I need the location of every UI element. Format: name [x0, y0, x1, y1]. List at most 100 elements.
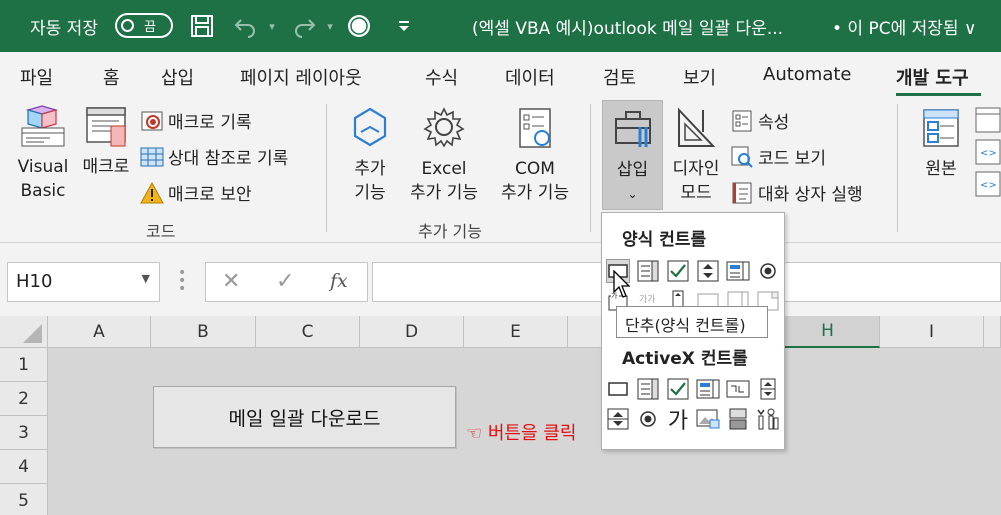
run-dialog-button[interactable]: 대화 상자 실행 [730, 180, 863, 205]
form-option-button-control[interactable] [756, 259, 780, 283]
row-header-4[interactable]: 4 [0, 450, 48, 484]
form-spinner-control[interactable] [696, 259, 720, 283]
svg-text:<>: <> [980, 148, 997, 159]
undo-dropdown-icon[interactable]: ▾ [258, 12, 286, 40]
name-box-dropdown-icon[interactable]: ▼ [142, 272, 150, 285]
svg-text:<>: <> [980, 180, 997, 191]
activex-button-control[interactable] [606, 377, 630, 401]
row-header-2[interactable]: 2 [0, 382, 48, 416]
activex-spinner-control[interactable] [756, 377, 780, 401]
xml-source-label: 원본 [925, 159, 957, 179]
form-combobox-control[interactable] [636, 259, 660, 283]
activex-checkbox-control[interactable] [666, 377, 690, 401]
design-mode-label-2: 모드 [680, 183, 712, 203]
xml-map-icons[interactable]: <> <> [974, 106, 1001, 198]
activex-textbox-control[interactable] [726, 377, 750, 401]
activex-checkbox-icon [667, 378, 689, 400]
activex-image-control[interactable] [696, 407, 720, 431]
row-header-5[interactable]: 5 [0, 484, 48, 515]
xml-source-icon [923, 109, 959, 147]
enter-check-icon[interactable]: ✓ [276, 269, 294, 294]
tab-insert[interactable]: 삽입 [161, 64, 194, 90]
column-header-h[interactable]: H [776, 316, 880, 348]
autosave-toggle[interactable]: 끔 [115, 13, 173, 38]
macro-security-button[interactable]: 매크로 보안 [140, 180, 252, 205]
form-checkbox-control[interactable] [666, 259, 690, 283]
customize-qat-icon[interactable] [390, 12, 418, 40]
document-title: (엑셀 VBA 예시)outlook 메일 일괄 다운... [472, 18, 784, 39]
relative-reference-button[interactable]: 상대 참조로 기록 [140, 144, 288, 169]
activex-toggle-icon [729, 408, 747, 430]
visual-basic-button[interactable]: Visual Basic [14, 104, 72, 203]
tab-review[interactable]: 검토 [603, 64, 636, 90]
redo-icon[interactable] [290, 12, 318, 40]
toggle-knob [121, 19, 134, 32]
checkbox-icon [667, 260, 689, 282]
insert-controls-content: 삽입 ⌄ [603, 107, 662, 206]
record-macro-button[interactable]: 매크로 기록 [140, 108, 252, 133]
ribbon-separator [897, 104, 898, 232]
row-header-1[interactable]: 1 [0, 348, 48, 382]
design-mode-label-1: 디자인 [672, 159, 720, 179]
column-header-d[interactable]: D [360, 316, 464, 348]
excel-addins-button[interactable]: Excel 추가 기능 [403, 106, 485, 205]
column-header-i[interactable]: I [880, 316, 984, 348]
com-addins-label-2: 추가 기능 [501, 183, 569, 203]
save-location[interactable]: • 이 PC에 저장됨 ∨ [832, 0, 976, 52]
record-circle-icon[interactable] [345, 12, 373, 40]
activex-textbox-icon [726, 380, 750, 398]
activex-combobox-control[interactable] [636, 377, 660, 401]
activex-option-button-control[interactable] [636, 407, 660, 431]
run-dialog-icon [730, 181, 754, 205]
tab-developer[interactable]: 개발 도구 [896, 64, 969, 90]
tab-data[interactable]: 데이터 [505, 64, 555, 90]
tab-automate[interactable]: Automate [763, 64, 852, 85]
select-all-corner[interactable] [0, 316, 48, 348]
save-icon[interactable] [188, 12, 216, 40]
download-mail-button[interactable]: 메일 일괄 다운로드 [153, 386, 456, 448]
view-code-label: 코드 보기 [758, 149, 826, 169]
tab-file[interactable]: 파일 [20, 64, 53, 90]
activex-radio-icon [640, 411, 656, 427]
record-macro-icon [140, 109, 164, 133]
column-header-b[interactable]: B [151, 316, 256, 348]
tab-home[interactable]: 홈 [103, 64, 120, 90]
activex-more-controls[interactable] [756, 407, 780, 431]
insert-controls-label: 삽입 [616, 160, 649, 180]
group-code-label: 코드 [146, 222, 176, 241]
insert-controls-button[interactable]: 삽입 ⌄ [602, 100, 663, 210]
relative-reference-label: 상대 참조로 기록 [168, 149, 289, 169]
column-header-a[interactable]: A [48, 316, 151, 348]
macro-security-label: 매크로 보안 [168, 185, 252, 205]
name-box[interactable]: H10 ▼ [7, 262, 160, 302]
activex-scrollbar-icon [607, 408, 629, 430]
column-header-c[interactable]: C [256, 316, 360, 348]
form-listbox-control[interactable] [726, 259, 750, 283]
activex-button-icon [608, 382, 628, 396]
button-control-tooltip: 단추(양식 컨트롤) [616, 306, 768, 338]
redo-dropdown-icon[interactable]: ▾ [316, 12, 344, 40]
activex-scrollbar-control[interactable] [606, 407, 630, 431]
addins-button[interactable]: 추가 기능 [343, 106, 397, 205]
design-mode-button[interactable]: 디자인 모드 [666, 106, 726, 205]
view-code-button[interactable]: 코드 보기 [730, 144, 826, 169]
column-header-e[interactable]: E [464, 316, 568, 348]
undo-icon[interactable] [232, 12, 260, 40]
com-addins-button[interactable]: COM 추가 기능 [494, 106, 576, 205]
click-hint-text: ☜ 버튼을 클릭 [466, 423, 577, 444]
formula-bar-resize-handle[interactable]: • • • [178, 266, 186, 296]
activex-toggle-button-control[interactable] [726, 407, 750, 431]
properties-button[interactable]: 속성 [730, 108, 789, 133]
tab-page-layout[interactable]: 페이지 레이아웃 [240, 64, 362, 90]
activex-listbox-control[interactable] [696, 377, 720, 401]
activex-label-control[interactable]: 가 [664, 405, 692, 434]
tab-view[interactable]: 보기 [683, 64, 716, 90]
tab-formulas[interactable]: 수식 [425, 64, 458, 90]
cancel-icon[interactable]: ✕ [222, 269, 240, 294]
formula-bar-area: H10 ▼ • • • ✕ ✓ fx [0, 243, 1001, 316]
insert-function-icon[interactable]: fx [330, 270, 348, 292]
xml-source-button[interactable]: 원본 [915, 106, 967, 181]
row-header-3[interactable]: 3 [0, 416, 48, 450]
macros-button[interactable]: 매크로 [78, 104, 134, 179]
column-header-j[interactable] [984, 316, 1001, 348]
